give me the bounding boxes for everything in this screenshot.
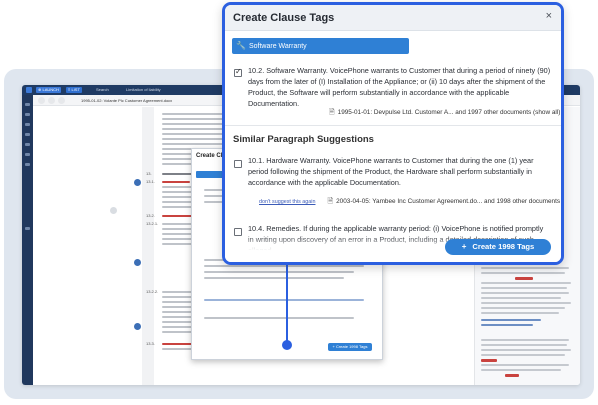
rail-icon-7[interactable]	[25, 163, 30, 166]
section-number: 13.2.	[146, 213, 155, 218]
clause-tag-chip[interactable]: 🔧 Software Warranty	[232, 38, 409, 54]
section-number: 13.2.1.	[146, 221, 159, 226]
selected-clause-text: 10.2. Software Warranty. VoicePhone warr…	[248, 66, 551, 108]
selected-clause-checkbox[interactable]	[234, 67, 242, 77]
suggestion-text: 10.1. Hardware Warranty. VoicePhone warr…	[248, 156, 534, 187]
app-logo-icon[interactable]	[26, 87, 32, 93]
launch-button[interactable]: ⊕ LAUNCH	[36, 87, 61, 93]
rail-icon-2[interactable]	[25, 113, 30, 116]
suggestion-source-text[interactable]: 2003-04-05: Yambee Inc Customer Agreemen…	[336, 198, 560, 205]
selected-clause-source-text[interactable]: 1995-01-01: Devpulse Ltd. Customer A... …	[338, 109, 561, 116]
wrench-icon: 🔧	[236, 41, 246, 50]
section-number: 13.1.	[146, 179, 155, 184]
screenshot-stage: ⊕ LAUNCH ≡ LIST Search Limitation of lia…	[0, 0, 598, 405]
search-breadcrumb: Limitation of liability	[126, 87, 161, 92]
document-icon: 🗎	[327, 198, 334, 205]
close-icon[interactable]: ×	[546, 10, 552, 22]
selected-clause-source: 🗎 1995-01-01: Devpulse Ltd. Customer A...…	[329, 108, 560, 119]
search-label[interactable]: Search	[96, 87, 109, 93]
section-number: 13.3.	[146, 341, 155, 346]
suggestion-checkbox[interactable]	[234, 160, 242, 168]
back-button[interactable]	[38, 97, 45, 104]
similar-suggestions-title: Similar Paragraph Suggestions	[233, 134, 374, 145]
clause-tag-label: Software Warranty	[248, 43, 307, 50]
create-tags-button[interactable]: + Create 1998 Tags	[445, 239, 551, 255]
refresh-button[interactable]	[58, 97, 65, 104]
create-clause-tags-modal: Create Clause Tags × 🔧 Software Warranty …	[222, 2, 564, 265]
annotation-marker[interactable]	[134, 323, 141, 330]
annotation-marker[interactable]	[134, 179, 141, 186]
gutter-marker[interactable]	[110, 207, 117, 214]
document-icon: 🗎	[329, 109, 335, 116]
rail-icon-3[interactable]	[25, 123, 30, 126]
rail-icon-8[interactable]	[25, 227, 30, 230]
section-number: 13.2.2.	[146, 289, 159, 294]
suggestion-source-row: don't suggest this again 🗎 2003-04-05: Yam…	[259, 197, 560, 208]
modal-title: Create Clause Tags	[233, 12, 335, 24]
dont-suggest-link[interactable]: don't suggest this again	[259, 199, 315, 205]
section-divider	[225, 125, 561, 126]
rail-icon-6[interactable]	[25, 153, 30, 156]
modal-header: Create Clause Tags ×	[225, 5, 561, 31]
forward-button[interactable]	[48, 97, 55, 104]
zoom-connector-dot	[282, 340, 292, 350]
background-create-tags-button[interactable]: + Create 1998 Tags	[328, 343, 372, 351]
rail-icon-5[interactable]	[25, 143, 30, 146]
create-tags-label: Create 1998 Tags	[472, 242, 535, 251]
suggestion-checkbox[interactable]	[234, 228, 242, 236]
rail-icon-1[interactable]	[25, 103, 30, 106]
app-left-rail	[22, 95, 33, 385]
document-path: 1995-01-02: Volante Plc Customer Agreeme…	[81, 98, 173, 103]
plus-icon: +	[461, 242, 467, 251]
list-button[interactable]: ≡ LIST	[66, 87, 82, 93]
rail-icon-4[interactable]	[25, 133, 30, 136]
section-number: 13.	[146, 171, 152, 176]
annotation-marker[interactable]	[134, 259, 141, 266]
